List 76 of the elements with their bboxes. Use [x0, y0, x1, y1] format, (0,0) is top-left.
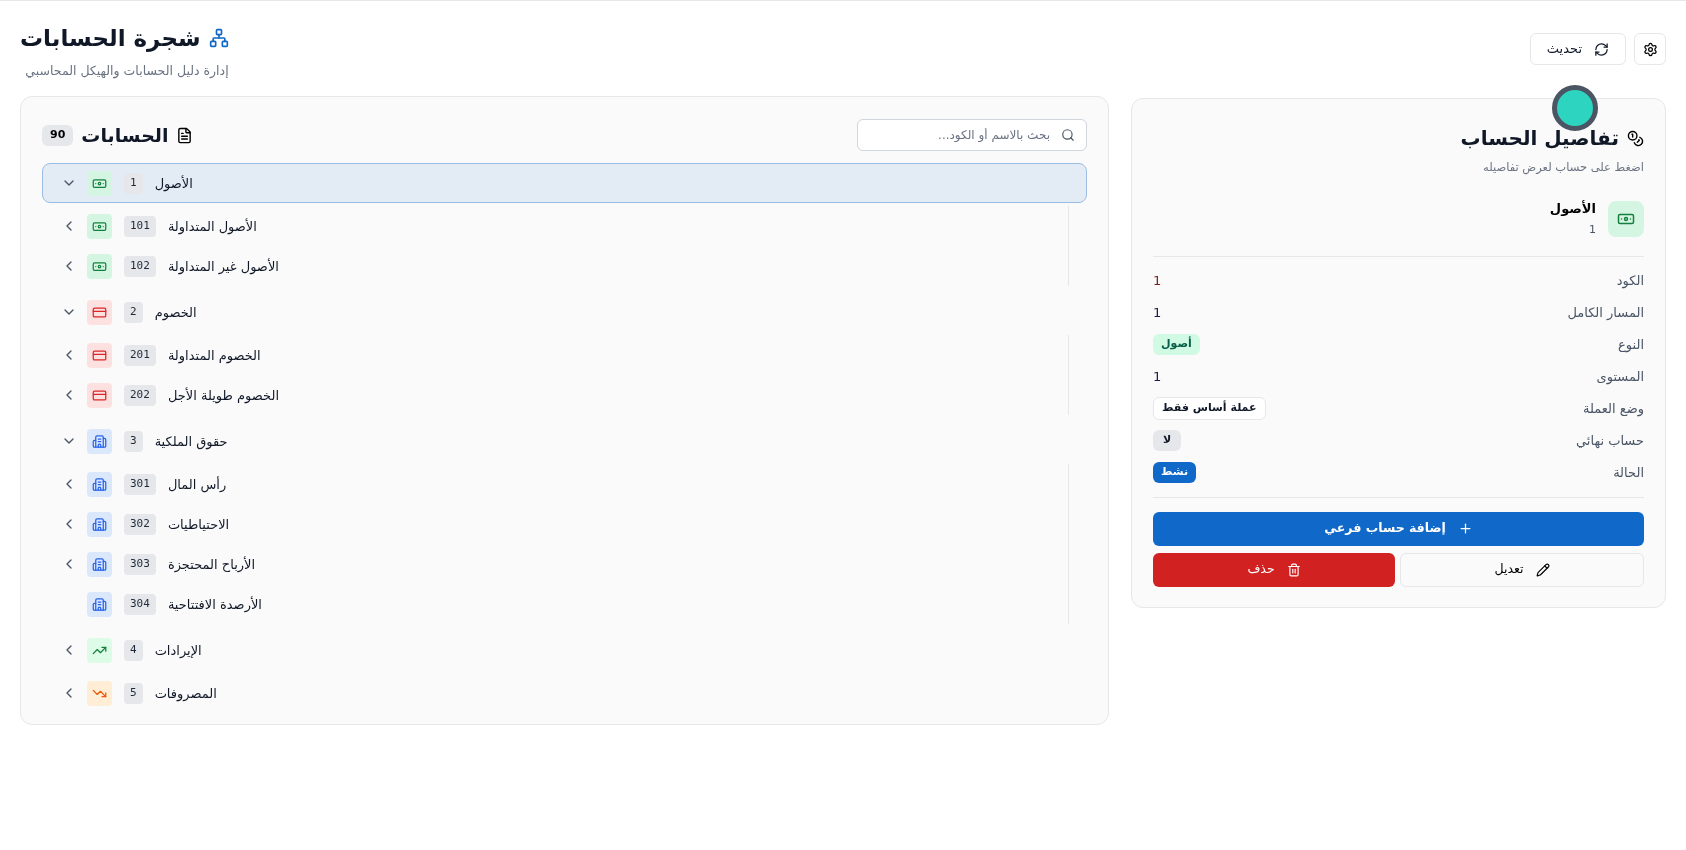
account-name: الخصوم — [154, 303, 197, 322]
account-name: الأرصدة الافتتاحية — [167, 595, 262, 614]
banknote-icon — [1608, 200, 1644, 237]
account-code: 301 — [124, 474, 156, 495]
building-icon — [87, 471, 112, 497]
trend-down-icon — [87, 680, 112, 706]
building-icon — [87, 591, 112, 617]
accounts-title: الحسابات — [81, 123, 169, 148]
account-code: 202 — [124, 385, 156, 406]
page-title: شجرة الحسابات — [20, 24, 201, 54]
accounts-count-badge: 90 — [42, 125, 74, 146]
banknote-icon — [87, 170, 112, 196]
account-code: 201 — [124, 345, 156, 366]
search-icon — [1061, 128, 1075, 143]
account-name: رأس المال — [167, 475, 227, 494]
account-code: 102 — [124, 256, 156, 277]
edit-button[interactable]: تعديل — [1400, 552, 1644, 587]
field-label: المستوى — [1596, 367, 1644, 387]
account-code: 2 — [124, 302, 143, 323]
account-name: الخصوم المتداولة — [167, 346, 261, 365]
account-name: الخصوم طويلة الأجل — [167, 386, 279, 405]
field-value: 1 — [1153, 271, 1162, 290]
banknote-icon — [87, 213, 112, 239]
account-name: الأصول — [154, 174, 193, 193]
details-subtitle: اضغط على حساب لعرض تفاصيله — [1481, 159, 1644, 177]
account-name: الأصول — [1549, 199, 1596, 218]
coins-icon — [1627, 129, 1644, 147]
account-code: 1 — [124, 173, 143, 194]
account-code: 302 — [124, 514, 156, 535]
trend-up-icon — [87, 637, 112, 663]
building-icon — [87, 511, 112, 537]
plus-icon — [1457, 521, 1473, 536]
field-label: الحالة — [1613, 463, 1644, 482]
settings-icon — [1642, 41, 1658, 57]
credit-card-icon — [87, 382, 112, 408]
account-code: 303 — [124, 554, 156, 575]
tree-structure-icon — [208, 28, 229, 49]
building-icon — [87, 551, 112, 577]
account-code: 304 — [124, 594, 156, 615]
field-value: 1 — [1153, 367, 1162, 386]
banknote-icon — [87, 253, 112, 279]
account-name: الأرباح المحتجزة — [167, 555, 256, 574]
document-icon — [176, 126, 194, 144]
account-name: الإيرادات — [154, 641, 202, 660]
page-subtitle: إدارة دليل الحسابات والهيكل المحاسبي — [25, 61, 229, 81]
account-name: الأصول غير المتداولة — [167, 257, 279, 276]
refresh-button[interactable]: تحديث — [1529, 33, 1626, 65]
account-code: 4 — [124, 640, 143, 661]
trash-icon — [1286, 562, 1301, 577]
credit-card-icon — [87, 342, 112, 368]
account-name: الأصول المتداولة — [167, 217, 257, 236]
account-name: حقوق الملكية — [154, 432, 228, 451]
building-icon — [87, 428, 112, 454]
account-code: 5 — [124, 683, 143, 704]
currency-mode-badge: عملة أساس فقط — [1153, 397, 1266, 420]
final-account-badge: لا — [1153, 430, 1182, 451]
details-title: تفاصيل الحساب — [1460, 125, 1619, 153]
field-label: المسار الكامل — [1567, 303, 1644, 322]
status-badge: نشط — [1153, 462, 1197, 483]
account-code: 101 — [124, 216, 156, 237]
delete-button[interactable]: حذف — [1153, 552, 1395, 587]
add-subaccount-button[interactable]: إضافة حساب فرعي — [1153, 511, 1644, 546]
account-code: 3 — [124, 431, 143, 452]
field-label: وضع العملة — [1583, 399, 1644, 419]
account-name: الاحتياطيات — [167, 515, 230, 534]
credit-card-icon — [87, 299, 112, 325]
settings-button[interactable] — [1634, 33, 1666, 65]
account-code: 1 — [1588, 222, 1596, 238]
refresh-icon — [1594, 41, 1609, 57]
pencil-icon — [1535, 562, 1550, 577]
type-badge: أصول — [1153, 334, 1200, 355]
field-label: حساب نهائي — [1576, 431, 1644, 450]
field-label: الكود — [1616, 271, 1644, 291]
field-value: 1 — [1153, 303, 1162, 322]
account-name: المصروفات — [154, 684, 217, 703]
field-label: النوع — [1618, 335, 1644, 355]
